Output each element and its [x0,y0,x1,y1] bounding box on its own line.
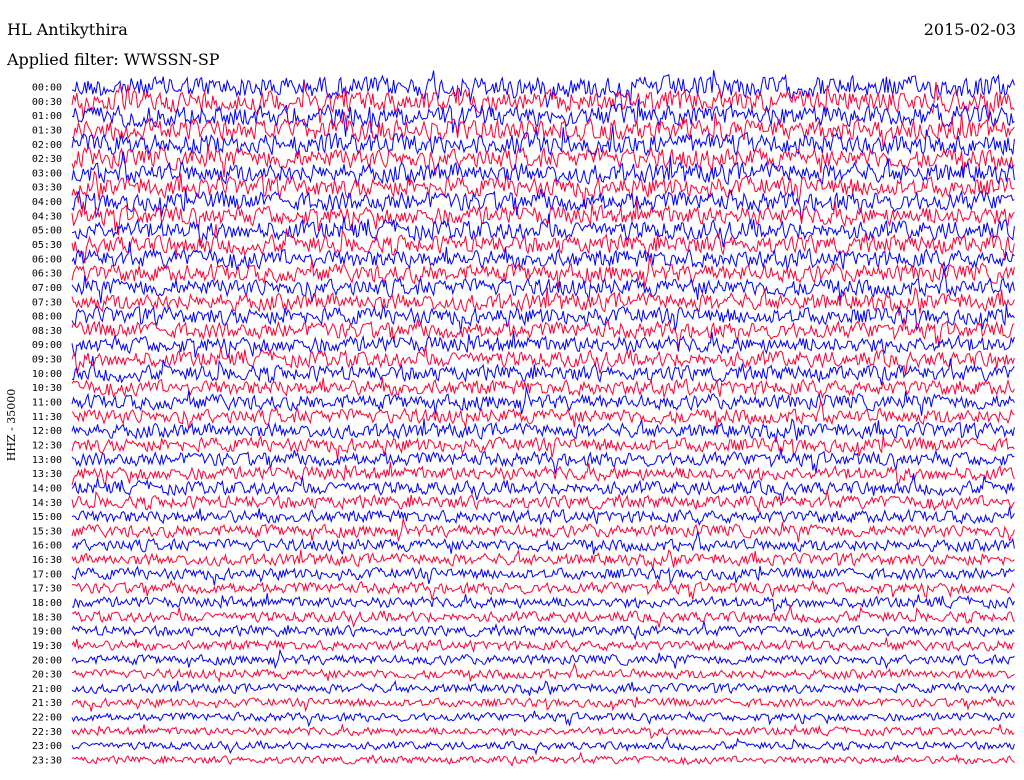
time-tick-label: 03:00 [32,168,62,179]
time-tick-label: 20:00 [32,655,62,666]
trace-line-1630 [71,548,1015,570]
trace-line-2100 [71,680,1015,696]
time-tick-label: 20:30 [32,670,62,681]
time-tick-label: 14:30 [32,498,62,509]
time-tick-label: 06:00 [32,254,62,265]
time-tick-label: 13:30 [32,469,62,480]
trace-line-2330 [71,751,1015,768]
time-tick-label: 07:30 [32,297,62,308]
time-tick-label: 09:00 [32,340,62,351]
trace-line-1100 [71,387,1015,416]
time-tick-label: 16:30 [32,555,62,566]
trace-line-0730 [71,286,1015,316]
time-tick-label: 08:30 [32,326,62,337]
time-tick-label: 11:00 [32,398,62,409]
trace-line-0500 [71,213,1015,248]
trace-line-1900 [71,621,1015,641]
trace-line-1230 [71,434,1015,460]
time-tick-label: 15:00 [32,512,62,523]
trace-line-1930 [71,637,1015,654]
time-tick-label: 18:30 [32,612,62,623]
time-tick-label: 19:30 [32,641,62,652]
trace-line-2300 [71,735,1015,756]
time-tick-label: 13:00 [32,455,62,466]
trace-line-1500 [71,506,1015,526]
trace-line-1400 [71,473,1015,502]
trace-line-2200 [71,710,1015,728]
trace-line-0930 [71,344,1015,376]
time-tick-label: 21:30 [32,698,62,709]
time-tick-label: 00:00 [32,83,62,94]
trace-line-0600 [71,241,1015,273]
time-tick-label: 22:00 [32,713,62,724]
time-tick-label: 10:00 [32,369,62,380]
trace-line-1530 [71,518,1015,543]
trace-line-0300 [71,151,1015,186]
time-tick-label: 04:00 [32,197,62,208]
trace-line-2130 [71,695,1015,713]
time-tick-label: 12:30 [32,440,62,451]
time-tick-label: 17:00 [32,569,62,580]
time-tick-label: 05:30 [32,240,62,251]
trace-line-2000 [71,648,1015,670]
trace-line-2230 [71,723,1015,739]
time-tick-label: 19:00 [32,627,62,638]
trace-line-1800 [71,593,1015,613]
time-tick-label: 10:30 [32,383,62,394]
time-tick-label: 12:00 [32,426,62,437]
time-tick-label: 14:00 [32,483,62,494]
trace-line-1030 [71,377,1015,400]
time-tick-label: 11:30 [32,412,62,423]
time-tick-label: 09:30 [32,355,62,366]
time-tick-label: 22:30 [32,727,62,738]
time-tick-label: 07:00 [32,283,62,294]
time-tick-label: 02:30 [32,154,62,165]
time-tick-label: 16:00 [32,541,62,552]
trace-line-2030 [71,662,1015,683]
time-tick-label: 01:00 [32,111,62,122]
time-tick-label: 05:00 [32,226,62,237]
trace-line-1830 [71,605,1015,629]
time-tick-label: 03:30 [32,183,62,194]
trace-line-1600 [71,530,1015,555]
time-tick-label: 04:30 [32,211,62,222]
helicorder-plot: 00:00 00:30 01:00 01:30 02:00 02:30 03:00 03:30… [32,70,1015,768]
time-tick-label: 01:30 [32,125,62,136]
time-tick-label: 17:30 [32,584,62,595]
trace-line-0900 [71,330,1015,359]
time-tick-label: 18:00 [32,598,62,609]
trace-line-1730 [71,579,1015,600]
time-tick-label: 08:00 [32,312,62,323]
time-tick-label: 15:30 [32,526,62,537]
time-tick-label: 21:00 [32,684,62,695]
time-tick-label: 06:30 [32,269,62,280]
time-tick-label: 00:30 [32,97,62,108]
time-tick-label: 02:00 [32,140,62,151]
time-tick-label: 23:30 [32,756,62,767]
trace-line-1330 [71,461,1015,487]
time-tick-label: 23:00 [32,741,62,752]
trace-line-1700 [71,565,1015,586]
